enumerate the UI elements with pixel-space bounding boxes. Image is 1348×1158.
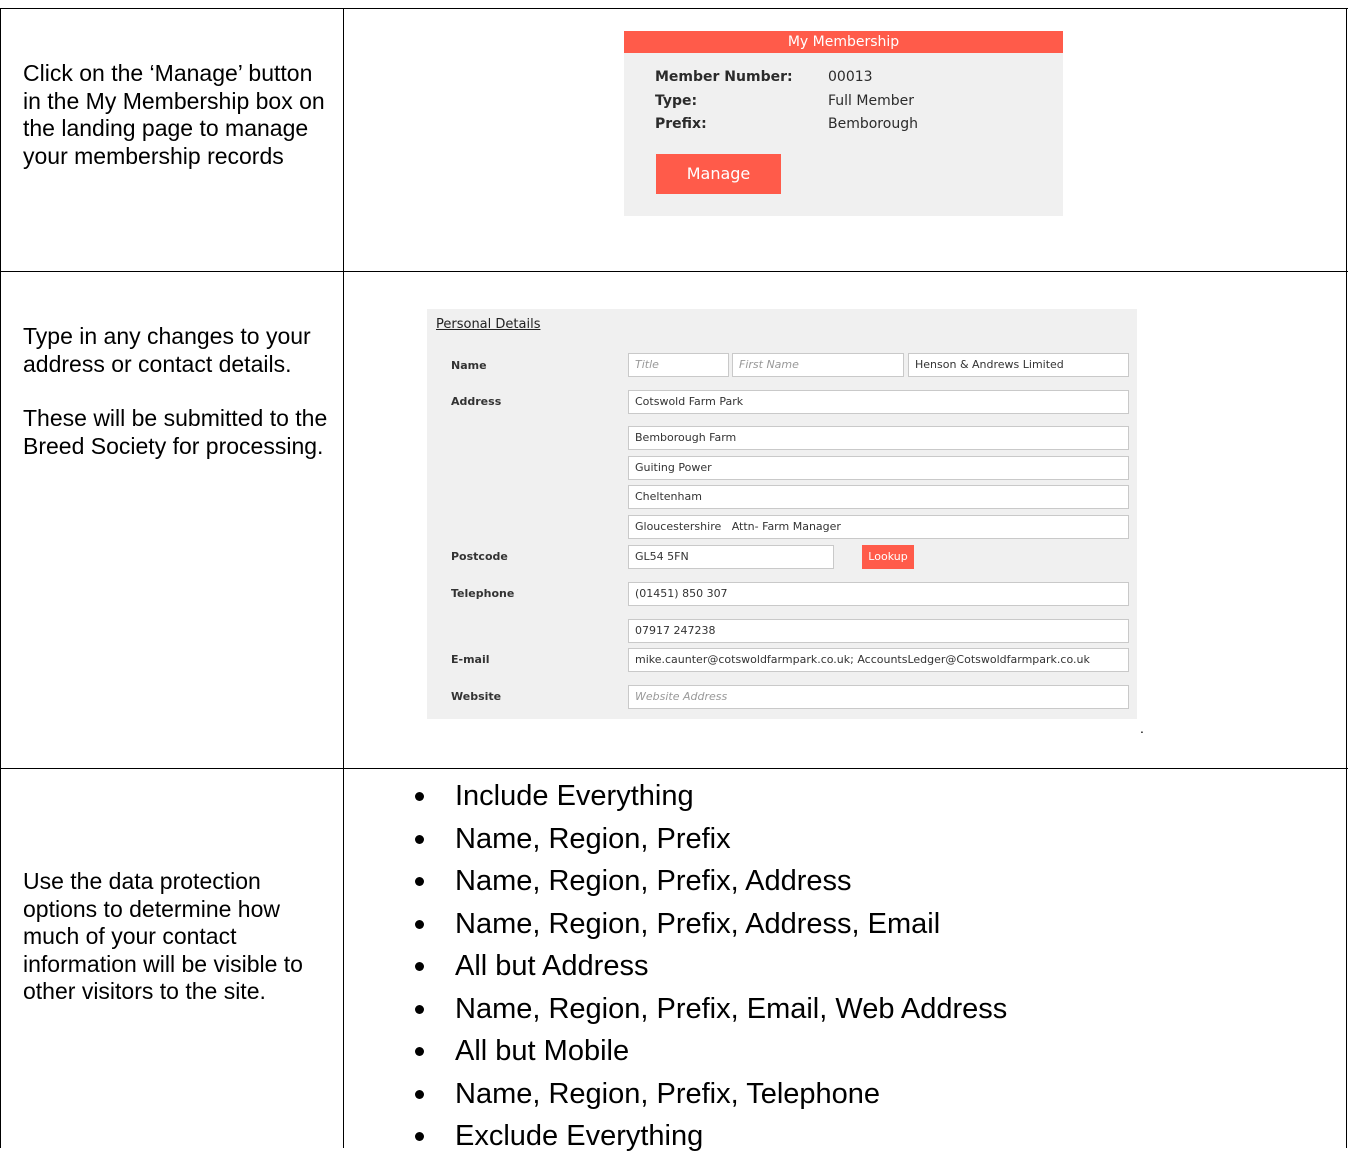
address-label: Address	[451, 395, 502, 408]
bullet-icon	[415, 1047, 424, 1056]
address-line-3-input[interactable]: Guiting Power	[628, 456, 1129, 480]
manage-button[interactable]: Manage	[656, 154, 781, 194]
trailing-period: .	[1140, 720, 1144, 736]
email-input[interactable]: mike.caunter@cotswoldfarmpark.co.uk; Acc…	[628, 648, 1129, 672]
bullet-icon	[415, 1004, 424, 1014]
option-label: Name, Region, Prefix	[455, 822, 731, 855]
option-name-region-prefix-address-email[interactable]: Name, Region, Prefix, Address, Email	[415, 903, 1007, 946]
bullet-icon	[415, 1132, 424, 1141]
address-line-1-input[interactable]: Cotswold Farm Park	[628, 390, 1129, 414]
table-row-divider-1	[0, 271, 1348, 272]
bullet-icon	[415, 792, 424, 801]
email-label: E-mail	[451, 653, 490, 666]
table-border-left	[0, 8, 1, 1148]
my-membership-box: My Membership Member Number: 00013 Type:…	[624, 31, 1063, 216]
my-membership-title: My Membership	[624, 31, 1063, 53]
option-name-region-prefix-address[interactable]: Name, Region, Prefix, Address	[415, 860, 1007, 903]
table-column-divider	[343, 8, 344, 1148]
telephone-label: Telephone	[451, 587, 515, 600]
option-label: Name, Region, Prefix, Address	[455, 865, 852, 897]
website-label: Website	[451, 690, 502, 703]
option-label: Name, Region, Prefix, Email, Web Address	[455, 992, 1008, 1025]
member-number-value: 00013	[828, 69, 873, 85]
address-line-5-input[interactable]: Gloucestershire Attn- Farm Manager	[628, 515, 1129, 539]
row2-instruction-text-2: These will be submitted to the Breed Soc…	[23, 405, 328, 459]
type-value: Full Member	[828, 93, 914, 109]
lookup-button[interactable]: Lookup	[862, 545, 914, 569]
bullet-icon	[415, 919, 424, 929]
option-label: Name, Region, Prefix, Address, Email	[455, 907, 941, 940]
member-number-label: Member Number:	[655, 69, 793, 85]
table-border-top	[0, 8, 1348, 9]
option-all-but-address[interactable]: All but Address	[415, 945, 1007, 988]
row1-instruction-text: Click on the ‘Manage’ button in the My M…	[23, 60, 325, 169]
prefix-label: Prefix:	[655, 116, 707, 132]
personal-details-title: Personal Details	[436, 317, 541, 332]
option-include-everything[interactable]: Include Everything	[415, 775, 1007, 818]
first-name-input[interactable]: First Name	[732, 353, 904, 377]
row2-instruction: Type in any changes to your address or c…	[23, 323, 328, 460]
address-line-4-input[interactable]: Cheltenham	[628, 485, 1129, 509]
row3-instruction-text: Use the data protection options to deter…	[23, 868, 303, 1004]
type-label: Type:	[655, 93, 698, 109]
bullet-icon	[415, 962, 424, 971]
personal-details-form: Personal Details Name Title First Name H…	[427, 309, 1137, 719]
option-label: Name, Region, Prefix, Telephone	[455, 1077, 881, 1110]
row1-instruction: Click on the ‘Manage’ button in the My M…	[23, 60, 328, 170]
option-exclude-everything[interactable]: Exclude Everything	[415, 1115, 1007, 1158]
option-label: Include Everything	[455, 780, 694, 812]
option-label: Exclude Everything	[455, 1120, 704, 1152]
option-all-but-mobile[interactable]: All but Mobile	[415, 1030, 1007, 1073]
bullet-icon	[415, 877, 424, 886]
bullet-icon	[415, 1089, 424, 1099]
last-name-input[interactable]: Henson & Andrews Limited	[908, 353, 1129, 377]
title-input[interactable]: Title	[628, 353, 729, 377]
data-protection-options: Include Everything Name, Region, Prefix …	[415, 775, 1007, 1158]
option-name-region-prefix[interactable]: Name, Region, Prefix	[415, 818, 1007, 861]
option-label: All but Mobile	[455, 1035, 630, 1067]
address-line-2-input[interactable]: Bemborough Farm	[628, 426, 1129, 450]
name-label: Name	[451, 359, 487, 372]
table-row-divider-2	[0, 768, 1348, 769]
website-input[interactable]: Website Address	[628, 685, 1129, 709]
bullet-icon	[415, 834, 424, 844]
row2-instruction-text-1: Type in any changes to your address or c…	[23, 323, 311, 377]
option-label: All but Address	[455, 950, 649, 982]
option-name-region-prefix-email-web[interactable]: Name, Region, Prefix, Email, Web Address	[415, 988, 1007, 1031]
row3-instruction: Use the data protection options to deter…	[23, 868, 328, 1006]
mobile-input[interactable]: 07917 247238	[628, 619, 1129, 643]
postcode-label: Postcode	[451, 550, 508, 563]
prefix-value: Bemborough	[828, 116, 918, 132]
postcode-input[interactable]: GL54 5FN	[628, 545, 834, 569]
option-name-region-prefix-telephone[interactable]: Name, Region, Prefix, Telephone	[415, 1073, 1007, 1116]
table-border-right	[1346, 8, 1347, 1148]
telephone-input[interactable]: (01451) 850 307	[628, 582, 1129, 606]
